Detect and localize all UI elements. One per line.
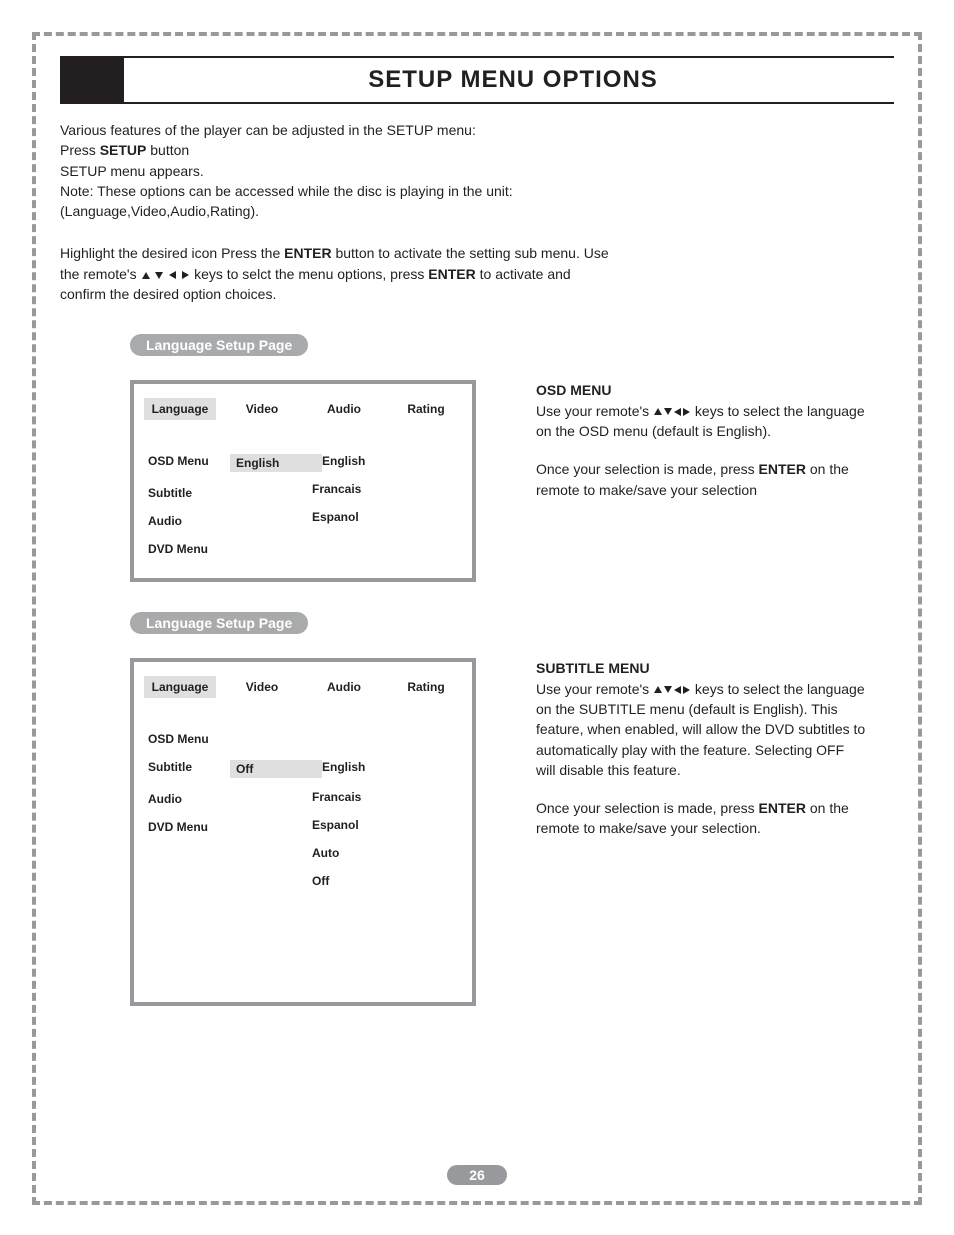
page: SETUP MENU OPTIONS Various features of t… (0, 0, 954, 1235)
tab: Video (226, 676, 298, 698)
description-text: Use your remote's keys to select the lan… (536, 679, 866, 780)
menu-option: Francais (312, 790, 462, 804)
description-text: Once your selection is made, press ENTER… (536, 459, 866, 500)
tab: Language (144, 398, 216, 420)
tab: Video (226, 398, 298, 420)
intro-line: SETUP menu appears. (60, 161, 894, 181)
menu-option: English (322, 760, 422, 774)
menu-option: Espanol (312, 510, 462, 524)
arrow-up-icon (654, 408, 662, 415)
menu-value: English (230, 454, 322, 472)
arrow-left-icon (674, 408, 681, 416)
menu-option: English (322, 454, 422, 468)
menu-label: Subtitle (144, 760, 236, 774)
option-list: Francais Espanol (312, 482, 462, 524)
arrow-right-icon (182, 271, 189, 279)
title-marker (60, 58, 124, 102)
option-list: Francais Espanol Auto Off (312, 790, 462, 888)
menu-label: Audio (144, 792, 236, 806)
tab-row: Language Video Audio Rating (144, 398, 462, 420)
osd-box: Language Video Audio Rating OSD Menu Subtitle… (130, 658, 476, 1006)
tab: Rating (390, 398, 462, 420)
intro-line: Note: These options can be accessed whil… (60, 181, 894, 201)
arrow-down-icon (664, 408, 672, 415)
menu-label: OSD Menu (144, 454, 236, 468)
section-pill: Language Setup Page (130, 334, 308, 356)
setup-section: Language Setup Page Language Video Audio Rat… (130, 334, 894, 582)
menu-row: OSD MenuEnglishEnglish (144, 454, 462, 472)
menu-label: DVD Menu (144, 542, 236, 556)
arrow-up-icon (142, 272, 150, 279)
description: OSD MENUUse your remote's keys to select… (536, 380, 866, 517)
intro-line: (Language,Video,Audio,Rating). (60, 201, 894, 221)
menu-option: Francais (312, 482, 462, 496)
menu-option: Auto (312, 846, 462, 860)
description-heading: OSD MENU (536, 380, 866, 400)
page-number: 26 (447, 1165, 507, 1185)
page-title: SETUP MENU OPTIONS (132, 66, 894, 94)
intro-line: Various features of the player can be ad… (60, 120, 894, 140)
content: SETUP MENU OPTIONS Various features of t… (60, 56, 894, 1036)
menu-label: Subtitle (144, 486, 236, 500)
tab: Audio (308, 398, 380, 420)
tab-row: Language Video Audio Rating (144, 676, 462, 698)
page-number-wrap: 26 (0, 1165, 954, 1185)
menu-option: Off (312, 874, 462, 888)
tab: Rating (390, 676, 462, 698)
menu-label: OSD Menu (144, 732, 236, 746)
intro-block: Various features of the player can be ad… (60, 120, 894, 221)
arrow-right-icon (683, 686, 690, 694)
menu-value: Off (230, 760, 322, 778)
description-text: Once your selection is made, press ENTER… (536, 798, 866, 839)
menu-row: OSD Menu (144, 732, 462, 746)
two-column: LanguageVideoAudioRatingOSD MenuEnglishE… (130, 380, 894, 582)
menu-row: SubtitleOffEnglish (144, 760, 462, 778)
menu-row: DVD Menu (144, 542, 462, 556)
title-row: SETUP MENU OPTIONS (60, 56, 894, 104)
arrow-down-icon (155, 272, 163, 279)
section-pill: Language Setup Page (130, 612, 308, 634)
arrow-down-icon (664, 686, 672, 693)
two-column: Language Video Audio Rating OSD Menu Subtitle… (130, 658, 894, 1006)
arrow-up-icon (654, 686, 662, 693)
description-text: Use your remote's keys to select the lan… (536, 401, 866, 442)
menu-label: DVD Menu (144, 820, 236, 834)
description: SUBTITLE MENUUse your remote's keys to s… (536, 658, 866, 856)
tab: Audio (308, 676, 380, 698)
setup-section: Language Setup Page Language Video Audio Rat… (130, 612, 894, 1006)
menu-option: Espanol (312, 818, 462, 832)
description-heading: SUBTITLE MENU (536, 658, 866, 678)
tab: Language (144, 676, 216, 698)
arrow-left-icon (674, 686, 681, 694)
intro-line: Press SETUP button (60, 140, 894, 160)
menu-label: Audio (144, 514, 236, 528)
arrow-left-icon (169, 271, 176, 279)
instruction-paragraph: Highlight the desired icon Press the ENT… (60, 243, 620, 304)
osd-box: LanguageVideoAudioRatingOSD MenuEnglishE… (130, 380, 476, 582)
arrow-right-icon (683, 408, 690, 416)
